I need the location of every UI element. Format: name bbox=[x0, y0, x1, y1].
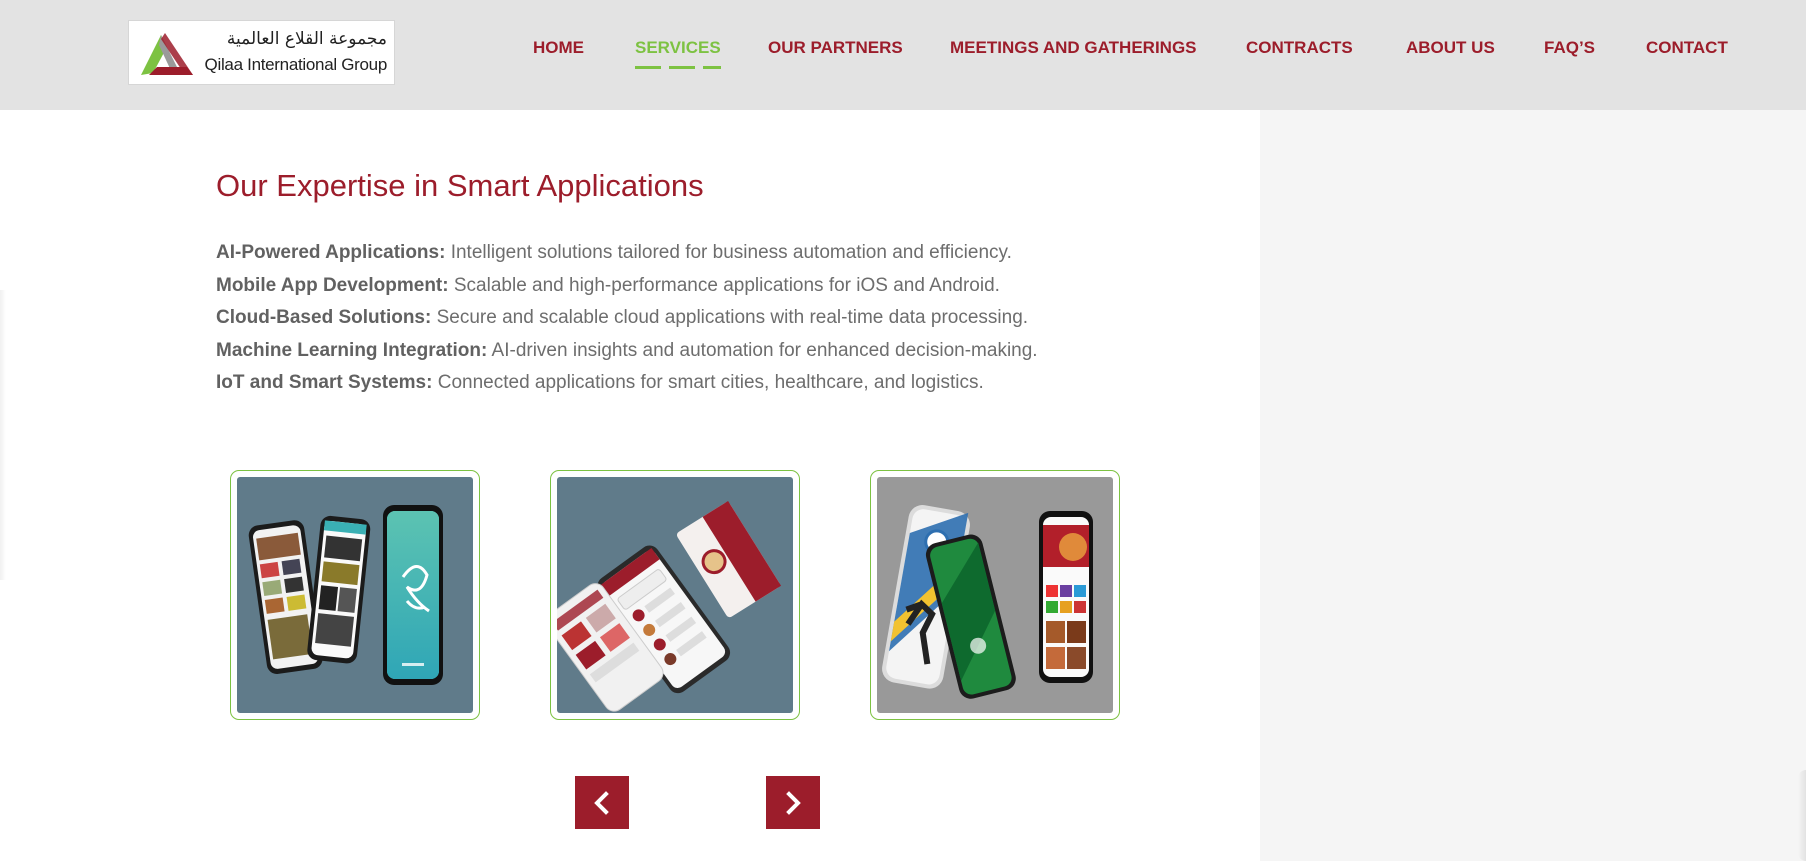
feature-description: AI-driven insights and automation for en… bbox=[487, 339, 1038, 361]
feature-name: IoT and Smart Systems: bbox=[216, 372, 433, 393]
nav-meetings-and-gatherings[interactable]: MEETINGS AND GATHERINGS bbox=[950, 38, 1197, 58]
feature-description: Intelligent solutions tailored for busin… bbox=[445, 242, 1012, 263]
feature-description: Secure and scalable cloud applications w… bbox=[431, 307, 1029, 328]
logo-english-text: Qilaa International Group bbox=[204, 55, 388, 74]
feature-item: Cloud-Based Solutions: Secure and scalab… bbox=[216, 302, 1216, 335]
logo-arabic-text: مجموعة القلاع العالمية bbox=[226, 29, 387, 49]
feature-name: Mobile App Development: bbox=[216, 274, 449, 296]
feature-item: IoT and Smart Systems: Connected applica… bbox=[216, 367, 1216, 400]
feature-name: AI-Powered Applications: bbox=[216, 242, 446, 263]
nav-services-label: SERVICES bbox=[635, 38, 721, 57]
nav-about-us[interactable]: ABOUT US bbox=[1406, 38, 1495, 58]
right-sidebar-panel bbox=[1260, 110, 1806, 861]
left-edge-shadow bbox=[0, 290, 6, 580]
feature-name: Cloud-Based Solutions: bbox=[216, 307, 432, 328]
logo-triangle-icon bbox=[141, 33, 193, 75]
nav-contracts[interactable]: CONTRACTS bbox=[1246, 38, 1353, 58]
chevron-right-icon bbox=[786, 790, 801, 815]
feature-name: Machine Learning Integration: bbox=[216, 339, 488, 361]
app-showcase-card[interactable] bbox=[870, 470, 1120, 720]
app-showcase-card[interactable] bbox=[550, 470, 800, 720]
phones-mockup-icon bbox=[557, 500, 782, 712]
app-mockup-image bbox=[237, 477, 473, 713]
chevron-left-icon bbox=[594, 790, 609, 815]
app-mockup-image bbox=[557, 477, 793, 713]
carousel-next-button[interactable] bbox=[766, 776, 820, 829]
nav-our-partners[interactable]: OUR PARTNERS bbox=[768, 38, 903, 58]
app-mockup-image bbox=[877, 477, 1113, 713]
company-logo[interactable]: مجموعة القلاع العالمية Qilaa Internation… bbox=[128, 20, 395, 85]
feature-list: AI-Powered Applications: Intelligent sol… bbox=[216, 237, 1216, 400]
section-title: Our Expertise in Smart Applications bbox=[216, 168, 704, 203]
feature-item: AI-Powered Applications: Intelligent sol… bbox=[216, 237, 1216, 270]
carousel-prev-button[interactable] bbox=[575, 776, 629, 829]
right-edge-tab bbox=[1798, 770, 1806, 861]
app-showcase-card[interactable] bbox=[230, 470, 480, 720]
feature-item: Machine Learning Integration: AI-driven … bbox=[216, 335, 1216, 368]
nav-home[interactable]: HOME bbox=[533, 38, 584, 58]
site-header: مجموعة القلاع العالمية Qilaa Internation… bbox=[0, 0, 1806, 110]
phones-mockup-icon bbox=[248, 505, 443, 685]
phones-mockup-icon bbox=[882, 505, 1093, 699]
nav-contact[interactable]: CONTACT bbox=[1646, 38, 1728, 58]
feature-item: Mobile App Development: Scalable and hig… bbox=[216, 270, 1216, 303]
nav-active-underline bbox=[635, 66, 721, 69]
feature-description: Connected applications for smart cities,… bbox=[432, 372, 984, 393]
nav-faqs[interactable]: FAQ’S bbox=[1544, 38, 1595, 58]
nav-services[interactable]: SERVICES bbox=[635, 38, 721, 69]
feature-description: Scalable and high-performance applicatio… bbox=[448, 274, 1000, 296]
